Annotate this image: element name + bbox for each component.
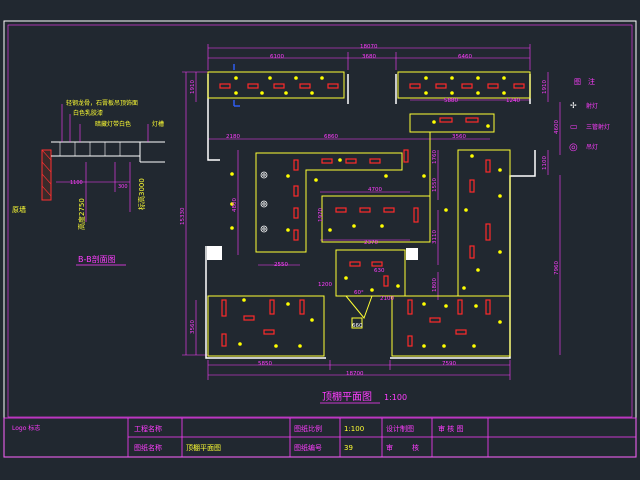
tb-project-label: 工程名称: [134, 424, 162, 433]
section-wall-label: 原墙: [12, 205, 26, 214]
tb-name-label: 图纸名称: [134, 443, 162, 452]
dim-left-upper: 1910: [190, 80, 196, 94]
legend-triple-icon: ▭: [570, 122, 578, 131]
tb-scale-label: 图纸比例: [294, 424, 322, 433]
dim-top-left: 6100: [270, 54, 284, 60]
dim-angle-60: 60°: [354, 290, 364, 296]
section-note-2: 白色乳胶漆: [73, 109, 103, 117]
dim-bottom-right: 7590: [442, 361, 456, 367]
dim-inner-2550: 2550: [274, 262, 288, 268]
dim-inner-1760: 1760: [432, 150, 438, 164]
logo-text: Logo 标志: [12, 424, 40, 432]
tb-review-label: 审 核 图: [438, 424, 463, 433]
dim-inner-2100: 2100: [380, 296, 394, 302]
dim-inner-4700: 4700: [368, 187, 382, 193]
legend-pendant-icon: ◎: [569, 142, 578, 153]
dim-right-small: 1100: [542, 156, 548, 170]
section-dim-300: 300: [118, 184, 128, 190]
tb-check-a: 审: [386, 443, 393, 452]
dim-left-total: 15330: [180, 207, 186, 225]
fixtures: [219, 83, 525, 347]
tb-scale-value: 1:100: [344, 425, 364, 433]
legend-spot-label: 射灯: [586, 102, 598, 110]
dim-left-lower: 3560: [190, 320, 196, 334]
dim-inner-1550: 1550: [432, 178, 438, 192]
plan-scale: 1:100: [384, 393, 407, 402]
dim-inner-1200: 1200: [318, 282, 332, 288]
section-note-3: 暗藏灯带白色: [95, 120, 131, 128]
dim-ur-a: 5880: [444, 98, 458, 104]
dim-inner-1970: 1970: [318, 208, 324, 222]
dim-right-upper: 1910: [542, 80, 548, 94]
dim-right-mid: 4600: [554, 120, 560, 134]
tb-number-value: 39: [344, 444, 353, 452]
ceiling-outlines: [207, 71, 531, 357]
dim-ur-b: 1240: [506, 98, 520, 104]
tb-name-value: 顶棚平面图: [186, 443, 221, 452]
legend-spot-icon: ✢: [570, 101, 577, 110]
dim-inner-1800: 1800: [432, 278, 438, 292]
dim-inner-630: 630: [374, 268, 385, 274]
section-height-1: 高度2750: [77, 198, 86, 230]
section-dim-1100: 1100: [70, 180, 83, 186]
dim-upper-left: 2180: [226, 134, 240, 140]
dim-upper-mid: 6860: [324, 134, 338, 140]
dim-inner-4800: 4800: [232, 198, 238, 212]
pendant-lights: [260, 171, 268, 233]
dim-bottom-left: 5850: [258, 361, 272, 367]
cad-drawing-canvas: Logo 标志 工程名称 图纸比例 1:100 设计制图 审 核 图 图纸名称 …: [3, 20, 637, 458]
tb-number-label: 图纸编号: [294, 443, 322, 452]
section-height-2: 标高3000: [137, 178, 146, 210]
dim-top-mid: 3680: [362, 54, 376, 60]
dim-inner-3110: 3110: [432, 230, 438, 244]
dim-inner-2370: 2370: [364, 240, 378, 246]
dim-small-660: 660: [352, 323, 363, 329]
section-wall-hatch: [41, 149, 52, 201]
legend: 图 注 ✢ 射灯 ▭ 三管射灯 ◎ 吊灯: [569, 77, 610, 153]
dim-upper-right: 3560: [452, 134, 466, 140]
plan-title: 顶棚平面图: [322, 390, 372, 403]
section-note-1: 轻钢龙骨，石膏板吊顶饰面: [66, 99, 138, 107]
dim-right-lower: 7960: [554, 261, 560, 275]
dim-bottom-total: 18700: [346, 371, 364, 377]
legend-triple-label: 三管射灯: [586, 123, 610, 131]
dim-top-total: 18070: [360, 44, 378, 50]
section-note-4: 灯槽: [152, 120, 164, 128]
tb-check-b: 核: [412, 443, 419, 452]
legend-pendant-label: 吊灯: [586, 143, 598, 151]
legend-title: 图 注: [574, 77, 595, 86]
section-title: B-B剖面图: [78, 254, 116, 264]
dim-top-right: 6460: [458, 54, 472, 60]
tb-design-label: 设计制图: [386, 424, 414, 433]
